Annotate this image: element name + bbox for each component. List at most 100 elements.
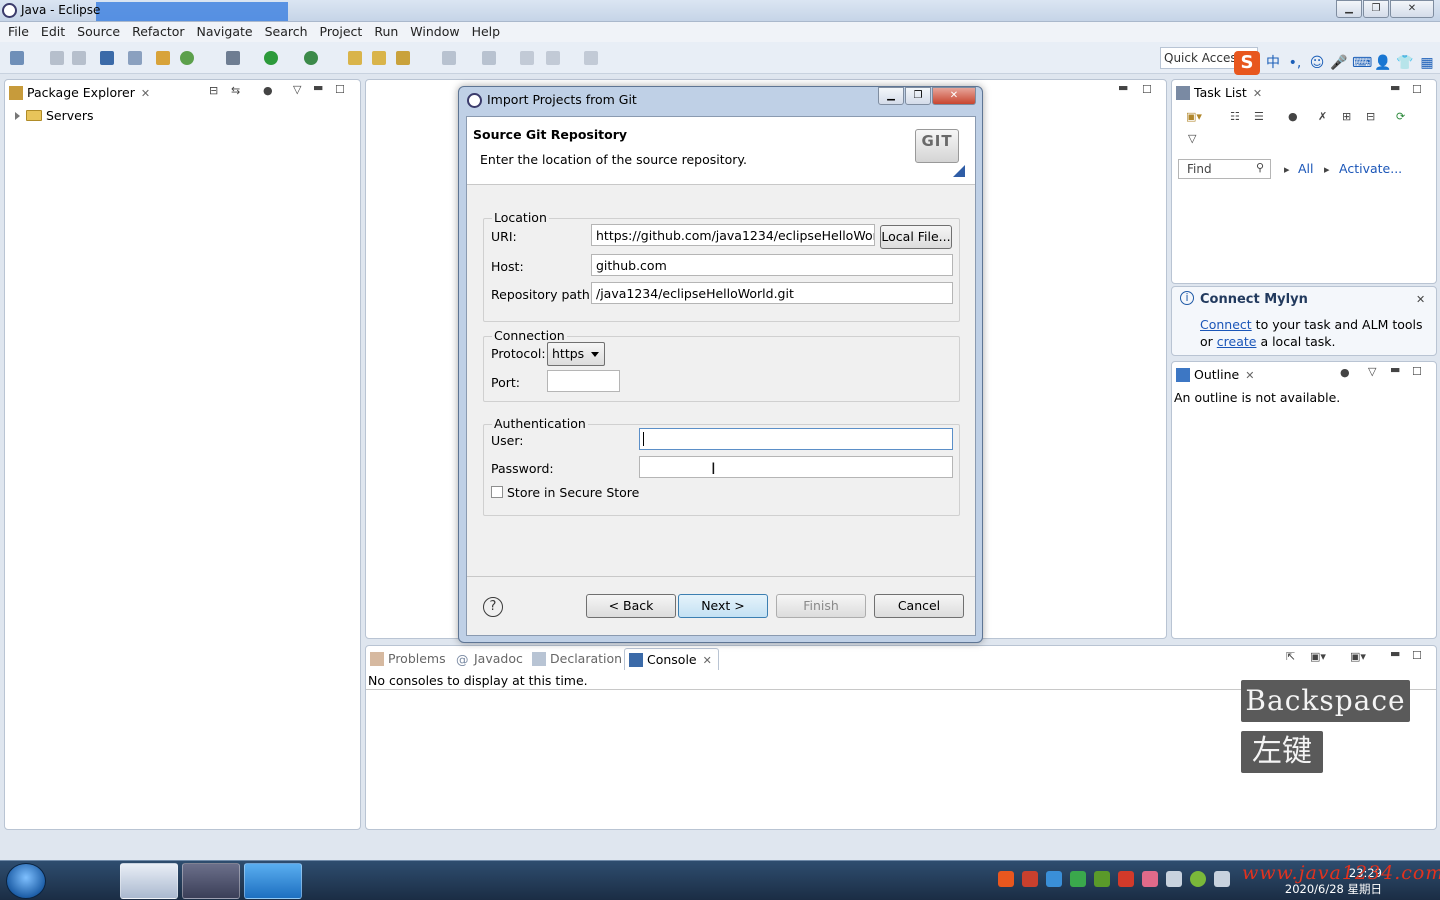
close-icon[interactable]: ✕ [1416, 293, 1425, 306]
back-nav-icon[interactable] [546, 51, 560, 65]
display-console-icon[interactable]: ▣▾ [1310, 650, 1326, 663]
tab-console[interactable]: Console ✕ [624, 648, 719, 670]
sogou-icon[interactable]: S [1234, 51, 1260, 75]
close-button[interactable]: ✕ [1390, 0, 1434, 18]
menu-source[interactable]: Source [71, 22, 126, 39]
connect-link[interactable]: Connect [1200, 317, 1252, 332]
forward-nav-icon[interactable] [584, 51, 598, 65]
categorized-icon[interactable]: ☷ [1230, 110, 1240, 123]
external-tools-icon[interactable] [304, 51, 318, 65]
dialog-maximize-button[interactable]: ❐ [905, 87, 931, 105]
minimize-button[interactable]: ▁ [1336, 0, 1362, 18]
store-secure-checkbox[interactable] [491, 486, 503, 498]
view-menu-icon[interactable]: ▽ [293, 83, 301, 96]
open-type-icon[interactable] [348, 51, 362, 65]
maximize-button[interactable]: ❐ [1363, 0, 1389, 18]
tab-package-explorer[interactable]: Package Explorer ✕ [5, 82, 156, 104]
debug-icon[interactable] [226, 51, 240, 65]
annotation-icon[interactable] [442, 51, 456, 65]
tab-outline[interactable]: Outline ✕ [1172, 364, 1260, 386]
new-icon[interactable] [10, 51, 24, 65]
password-input[interactable] [639, 456, 953, 478]
taskbar-app-4[interactable] [244, 863, 302, 899]
binoculars-icon[interactable]: ⊞ [1342, 110, 1351, 123]
menu-window[interactable]: Window [404, 22, 465, 39]
start-button[interactable] [6, 863, 46, 899]
collapse-all-icon[interactable]: ⊟ [209, 84, 218, 97]
uri-input[interactable]: https://github.com/java1234/eclipseHello… [591, 224, 875, 246]
view-menu-icon[interactable]: ▽ [1188, 132, 1196, 145]
port-input[interactable] [547, 370, 620, 392]
tray-icon-6[interactable] [1118, 871, 1134, 887]
new-task-icon[interactable]: ▣▾ [1186, 110, 1202, 123]
scheduled-icon[interactable]: ☰ [1254, 110, 1264, 123]
all-link[interactable]: All [1298, 161, 1314, 176]
menu-search[interactable]: Search [259, 22, 314, 39]
ime-user-icon[interactable]: 👤 [1374, 54, 1392, 72]
create-link[interactable]: create [1217, 334, 1257, 349]
tray-icon-5[interactable] [1094, 871, 1110, 887]
tray-icon-7[interactable] [1142, 871, 1158, 887]
ime-emoji-icon[interactable]: ☺ [1308, 54, 1326, 72]
menu-edit[interactable]: Edit [35, 22, 71, 39]
focus-icon[interactable]: ● [263, 84, 273, 97]
close-tab-icon[interactable]: ✕ [1245, 369, 1254, 382]
tray-icon-9[interactable] [1190, 871, 1206, 887]
protocol-select[interactable]: https [547, 342, 605, 366]
sync-icon[interactable]: ⟳ [1396, 110, 1405, 123]
cancel-button[interactable]: Cancel [874, 594, 964, 618]
local-file-button[interactable]: Local File... [880, 225, 952, 249]
minimize-view-icon[interactable]: ▬ [1390, 363, 1400, 376]
focus-icon[interactable]: ● [1288, 110, 1298, 123]
help-icon[interactable]: ? [483, 597, 503, 617]
tray-icon-2[interactable] [1022, 871, 1038, 887]
tab-problems[interactable]: Problems [366, 648, 452, 670]
collapse-icon[interactable]: ⊟ [1366, 110, 1375, 123]
ime-punct-icon[interactable]: •, [1286, 54, 1304, 72]
save-all-icon[interactable] [72, 51, 86, 65]
new-java-package-icon[interactable] [156, 51, 170, 65]
ime-tools-icon[interactable]: ▦ [1418, 54, 1436, 72]
save-icon[interactable] [50, 51, 64, 65]
last-edit-icon[interactable] [520, 51, 534, 65]
menu-run[interactable]: Run [368, 22, 404, 39]
taskbar-eclipse[interactable] [182, 863, 240, 899]
tray-icon-3[interactable] [1046, 871, 1062, 887]
volume-icon[interactable] [1214, 871, 1230, 887]
minimize-view-icon[interactable]: ▬ [1390, 647, 1400, 660]
pin-console-icon[interactable]: ⇱ [1286, 650, 1295, 663]
hide-completed-icon[interactable]: ✗ [1318, 110, 1327, 123]
menu-refactor[interactable]: Refactor [126, 22, 190, 39]
next-button[interactable]: Next > [678, 594, 768, 618]
network-icon[interactable] [1166, 871, 1182, 887]
view-menu-icon[interactable]: ▽ [1368, 365, 1376, 378]
finish-button[interactable]: Finish [776, 594, 866, 618]
close-tab-icon[interactable]: ✕ [703, 654, 712, 667]
menu-file[interactable]: File [0, 22, 35, 39]
ime-keyboard-icon[interactable]: ⌨ [1352, 54, 1372, 72]
expand-icon[interactable] [15, 112, 20, 120]
ime-lang[interactable]: 中 [1264, 54, 1282, 72]
link-editor-icon[interactable]: ⇆ [231, 84, 240, 97]
tab-declaration[interactable]: Declaration [528, 648, 628, 670]
minimize-view-icon[interactable]: ▬ [313, 81, 323, 94]
activate-link[interactable]: Activate... [1339, 161, 1402, 176]
open-console-icon[interactable]: ▣▾ [1350, 650, 1366, 663]
user-input[interactable] [639, 428, 953, 450]
minimize-view-icon[interactable]: ▬ [1390, 81, 1400, 94]
close-tab-icon[interactable]: ✕ [1253, 87, 1262, 100]
search-tool-icon[interactable] [396, 51, 410, 65]
new-class-icon[interactable] [180, 51, 194, 65]
run-icon[interactable] [264, 51, 278, 65]
taskbar-app-2[interactable] [120, 863, 178, 899]
menu-project[interactable]: Project [314, 22, 369, 39]
editor-minimize-icon[interactable]: ▬ [1118, 81, 1128, 94]
next-annotation-icon[interactable] [482, 51, 496, 65]
tab-task-list[interactable]: Task List ✕ [1172, 82, 1268, 104]
taskbar-app-1[interactable] [56, 863, 114, 899]
back-button[interactable]: < Back [586, 594, 676, 618]
maximize-view-icon[interactable]: ☐ [1412, 649, 1422, 662]
dialog-minimize-button[interactable]: ▁ [878, 87, 904, 105]
host-input[interactable]: github.com [591, 254, 953, 276]
maximize-view-icon[interactable]: ☐ [1412, 83, 1422, 96]
